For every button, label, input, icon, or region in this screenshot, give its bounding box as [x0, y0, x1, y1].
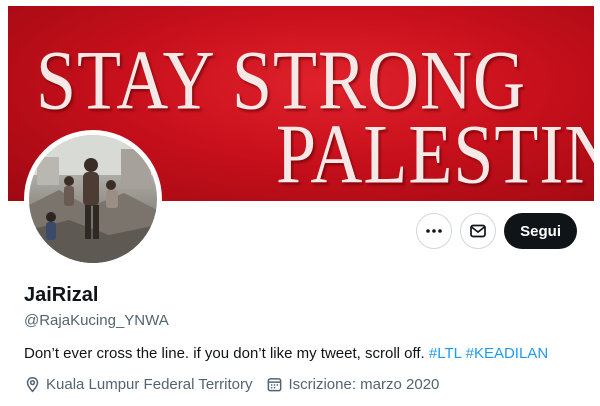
profile-actions: Segui: [416, 213, 577, 249]
follow-button[interactable]: Segui: [504, 213, 577, 249]
calendar-icon: [268, 378, 282, 392]
banner-text-line2: PALESTINE: [276, 107, 594, 201]
location-text: Kuala Lumpur Federal Territory: [46, 376, 253, 393]
profile-handle: @RajaKucing_YNWA: [24, 312, 169, 329]
location-pin-icon: [26, 376, 39, 393]
bio-text: Don’t ever cross the line. if you don’t …: [24, 345, 425, 362]
avatar-photo: [29, 135, 157, 263]
profile-joined: Iscrizione: marzo 2020: [266, 376, 439, 393]
avatar-illustration: [29, 135, 157, 263]
message-button[interactable]: [460, 213, 497, 249]
profile-bio: Don’t ever cross the line. if you don’t …: [24, 345, 548, 362]
more-button[interactable]: [416, 213, 453, 249]
profile-header: STAY STRONG PALESTINE: [8, 6, 594, 406]
hashtag-keadilan[interactable]: #KEADILAN: [466, 345, 549, 362]
profile-name: JaiRizal: [24, 284, 99, 306]
hashtag-ltl[interactable]: #LTL: [429, 345, 462, 362]
profile-location: Kuala Lumpur Federal Territory: [24, 376, 252, 393]
profile-meta: Kuala Lumpur Federal Territory Iscrizion…: [24, 376, 453, 393]
joined-text: Iscrizione: marzo 2020: [288, 376, 440, 393]
avatar[interactable]: [24, 130, 162, 268]
mail-icon: [470, 224, 487, 238]
more-horizontal-icon: [426, 229, 442, 233]
